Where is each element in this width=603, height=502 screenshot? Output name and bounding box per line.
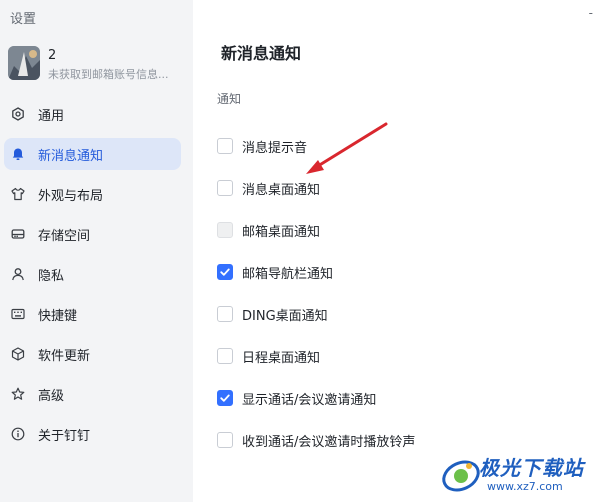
settings-content: - 新消息通知 通知 消息提示音 消息桌面通知 邮箱桌面通知 邮箱导航栏通知 D… [193,0,603,502]
avatar[interactable] [8,46,40,80]
option-message-desktop-notification[interactable]: 消息桌面通知 [217,178,320,198]
option-label: DING桌面通知 [242,308,328,324]
sidebar-item-notifications[interactable]: 新消息通知 [4,138,181,170]
star-icon [10,386,26,402]
sidebar-item-advanced[interactable]: 高级 [4,378,181,410]
checkbox[interactable] [217,138,233,154]
shirt-icon [10,186,26,202]
bell-icon [10,146,26,162]
option-label: 显示通话/会议邀请通知 [242,392,377,408]
profile-name: 2 [48,48,57,63]
sidebar-item-label: 隐私 [38,268,65,284]
option-label: 消息提示音 [242,140,308,156]
checkbox[interactable] [217,348,233,364]
option-call-invite-ringtone[interactable]: 收到通话/会议邀请时播放铃声 [217,430,415,450]
watermark-url: www.xz7.com [487,480,563,493]
sidebar-item-label: 关于钉钉 [38,428,91,444]
option-mail-desktop-notification[interactable]: 邮箱桌面通知 [217,220,320,240]
option-calendar-desktop-notification[interactable]: 日程桌面通知 [217,346,320,366]
option-message-sound[interactable]: 消息提示音 [217,136,307,156]
storage-icon [10,226,26,242]
profile-email-status: 未获取到邮箱账号信息... [48,68,169,81]
minimize-button[interactable]: - [589,6,593,20]
checkbox[interactable] [217,306,233,322]
sidebar-item-shortcuts[interactable]: 快捷键 [4,298,181,330]
profile-card[interactable]: 2 未获取到邮箱账号信息... [8,46,188,86]
sidebar-item-privacy[interactable]: 隐私 [4,258,181,290]
watermark-logo: 极光下载站 www.xz7.com [439,450,599,498]
checkbox[interactable] [217,180,233,196]
check-icon [220,394,230,402]
checkbox[interactable] [217,222,233,238]
option-label: 邮箱桌面通知 [242,224,321,240]
watermark-logo-icon [442,460,480,492]
watermark-brand: 极光下载站 [479,456,584,480]
sidebar-item-label: 软件更新 [38,348,91,364]
section-label: 通知 [217,92,242,106]
sidebar-item-label: 新消息通知 [38,148,104,164]
sidebar-item-about[interactable]: 关于钉钉 [4,418,181,450]
sidebar-item-updates[interactable]: 软件更新 [4,338,181,370]
sidebar-item-label: 通用 [38,108,65,124]
checkbox[interactable] [217,432,233,448]
sidebar-item-label: 外观与布局 [38,188,104,204]
info-icon [10,426,26,442]
option-call-invite-notification[interactable]: 显示通话/会议邀请通知 [217,388,376,408]
sidebar-item-storage[interactable]: 存储空间 [4,218,181,250]
sidebar-item-appearance[interactable]: 外观与布局 [4,178,181,210]
option-label: 日程桌面通知 [242,350,321,366]
cube-icon [10,346,26,362]
option-label: 收到通话/会议邀请时播放铃声 [242,434,416,450]
sidebar-item-label: 高级 [38,388,65,404]
option-label: 邮箱导航栏通知 [242,266,334,282]
settings-sidebar: 设置 2 未获取到邮箱账号信息... 通用 新消息通知 外观与布局 存储空间 隐… [0,0,193,502]
sidebar-item-label: 存储空间 [38,228,91,244]
keyboard-icon [10,306,26,322]
checkbox[interactable] [217,390,233,406]
option-mail-navbar-notification[interactable]: 邮箱导航栏通知 [217,262,333,282]
window-title: 设置 [10,12,37,27]
page-title: 新消息通知 [221,44,302,63]
sidebar-nav: 通用 新消息通知 外观与布局 存储空间 隐私 快捷键 软件更新 高级 关于钉钉 [0,98,193,458]
settings-icon [10,106,26,122]
check-icon [220,268,230,276]
user-icon [10,266,26,282]
option-ding-desktop-notification[interactable]: DING桌面通知 [217,304,328,324]
sidebar-item-general[interactable]: 通用 [4,98,181,130]
option-label: 消息桌面通知 [242,182,321,198]
sidebar-item-label: 快捷键 [38,308,78,324]
checkbox[interactable] [217,264,233,280]
